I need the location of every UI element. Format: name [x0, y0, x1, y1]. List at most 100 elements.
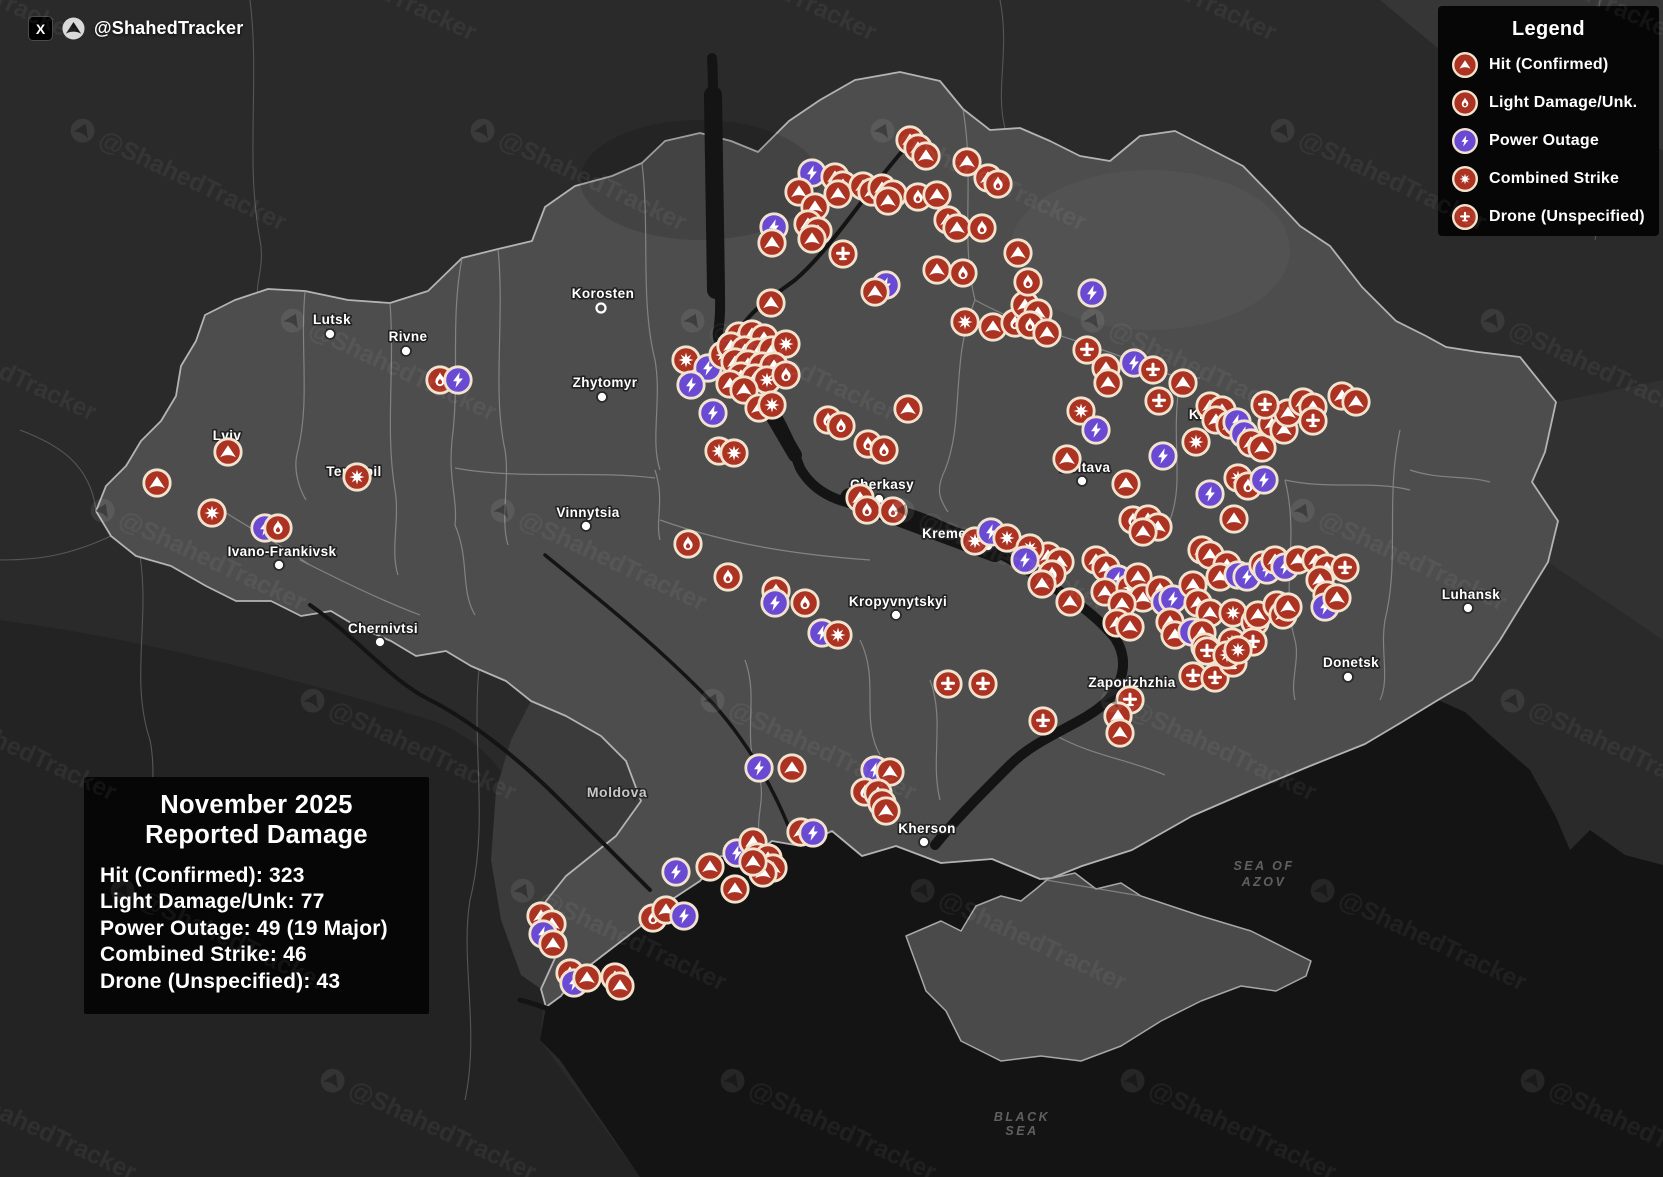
marker-hit-confirmed — [144, 470, 170, 496]
marker-circle — [773, 362, 799, 388]
stats-line: Hit (Confirmed): 323 — [100, 863, 413, 889]
marker-hit-confirmed — [1221, 506, 1247, 532]
city-dot — [919, 837, 929, 847]
marker-power-outage — [1150, 443, 1176, 469]
marker-circle — [985, 171, 1011, 197]
marker-hit-confirmed — [1343, 389, 1369, 415]
marker-hit-confirmed — [740, 849, 766, 875]
marker-circle — [1015, 269, 1041, 295]
legend-item-label: Combined Strike — [1489, 170, 1619, 188]
marker-circle — [792, 590, 818, 616]
marker-hit-confirmed — [722, 876, 748, 902]
city-label: Lutsk — [313, 312, 351, 327]
marker-hit-confirmed — [1054, 446, 1080, 472]
legend-item-label: Light Damage/Unk. — [1489, 94, 1637, 112]
marker-drone-unspecified — [1252, 392, 1278, 418]
light-damage-icon — [1451, 89, 1479, 117]
x-logo: X — [28, 16, 53, 41]
account-handle: @ShahedTracker — [94, 18, 243, 39]
city-label: Kherson — [898, 821, 956, 836]
city-dot — [597, 392, 607, 402]
city-label: Zhytomyr — [573, 375, 638, 390]
marker-power-outage — [445, 367, 471, 393]
city-dot — [1343, 672, 1353, 682]
marker-hit-confirmed — [873, 798, 899, 824]
stats-title-line2: Reported Damage — [100, 820, 413, 850]
legend-items: Hit (Confirmed) Light Damage/Unk. Power … — [1438, 46, 1659, 236]
stats-title-line1: November 2025 — [100, 790, 413, 820]
combined-strike-icon — [999, 530, 1014, 545]
city-dot — [401, 346, 411, 356]
shahedtracker-logo-icon — [62, 17, 85, 40]
marker-light-damage — [675, 531, 701, 557]
combined-strike-icon — [1188, 434, 1203, 449]
combined-strike-icon — [204, 505, 219, 520]
stats-line: Light Damage/Unk: 77 — [100, 889, 413, 915]
city-dot — [274, 560, 284, 570]
marker-light-damage — [773, 362, 799, 388]
marker-power-outage — [746, 755, 772, 781]
marker-hit-confirmed — [1249, 435, 1275, 461]
city-dot — [581, 521, 591, 531]
marker-combined-strike — [825, 622, 851, 648]
marker-drone-unspecified — [1030, 708, 1056, 734]
city-dot-hollow — [597, 304, 606, 313]
marker-combined-strike — [952, 309, 978, 335]
marker-combined-strike — [759, 392, 785, 418]
marker-circle — [265, 515, 291, 541]
marker-hit-confirmed — [1275, 594, 1301, 620]
marker-hit-confirmed — [779, 755, 805, 781]
stats-box: November 2025 Reported Damage Hit (Confi… — [84, 777, 429, 1014]
marker-light-damage — [792, 590, 818, 616]
combined-strike-icon — [349, 469, 364, 484]
marker-light-damage — [950, 260, 976, 286]
marker-hit-confirmed — [1005, 240, 1031, 266]
power-outage-icon — [1451, 127, 1479, 155]
city-label: Donetsk — [1323, 655, 1379, 670]
sea-label: BLACK — [994, 1110, 1050, 1124]
shahedtracker-damage-map: LutskRivneKorostenZhytomyrLvivTernopilIv… — [0, 0, 1663, 1177]
city-dot — [1463, 603, 1473, 613]
marker-power-outage — [1079, 280, 1105, 306]
marker-hit-confirmed — [215, 439, 241, 465]
marker-light-damage — [828, 413, 854, 439]
marker-light-damage — [854, 497, 880, 523]
legend-item-hit-confirmed: Hit (Confirmed) — [1451, 46, 1659, 84]
marker-light-damage — [715, 564, 741, 590]
sea-label: SEA — [1005, 1124, 1038, 1138]
marker-hit-confirmed — [1117, 614, 1143, 640]
marker-power-outage — [1012, 547, 1038, 573]
combined-strike-icon — [678, 352, 693, 367]
marker-hit-confirmed — [540, 931, 566, 957]
marker-hit-confirmed — [1029, 571, 1055, 597]
legend-item-label: Power Outage — [1489, 132, 1599, 150]
marker-hit-confirmed — [799, 226, 825, 252]
stats-line: Combined Strike: 46 — [100, 942, 413, 968]
marker-combined-strike — [344, 464, 370, 490]
marker-light-damage — [880, 498, 906, 524]
sea-label: SEA OF — [1233, 859, 1294, 873]
marker-hit-confirmed — [1034, 320, 1060, 346]
sea-label: AZOV — [1241, 875, 1287, 889]
combined-strike-icon — [957, 314, 972, 329]
marker-drone-unspecified — [1300, 408, 1326, 434]
marker-power-outage — [762, 590, 788, 616]
city-label: Korosten — [572, 286, 634, 301]
stats-lines: Hit (Confirmed): 323Light Damage/Unk: 77… — [100, 863, 413, 995]
combined-strike-icon — [1225, 605, 1240, 620]
marker-hit-confirmed — [1324, 585, 1350, 611]
x-logo-glyph: X — [36, 21, 45, 37]
stats-line: Power Outage: 49 (19 Major) — [100, 916, 413, 942]
legend-item-power-outage: Power Outage — [1451, 122, 1659, 160]
marker-drone-unspecified — [1146, 388, 1172, 414]
marker-hit-confirmed — [1107, 720, 1133, 746]
combined-strike-icon — [1073, 403, 1088, 418]
combined-strike-icon — [726, 445, 741, 460]
city-label: Vinnytsia — [556, 505, 619, 520]
city-dot — [891, 610, 901, 620]
marker-hit-confirmed — [1113, 471, 1139, 497]
marker-combined-strike — [721, 440, 747, 466]
marker-drone-unspecified — [830, 241, 856, 267]
marker-hit-confirmed — [574, 965, 600, 991]
drone-unspecified-icon — [1451, 203, 1479, 231]
